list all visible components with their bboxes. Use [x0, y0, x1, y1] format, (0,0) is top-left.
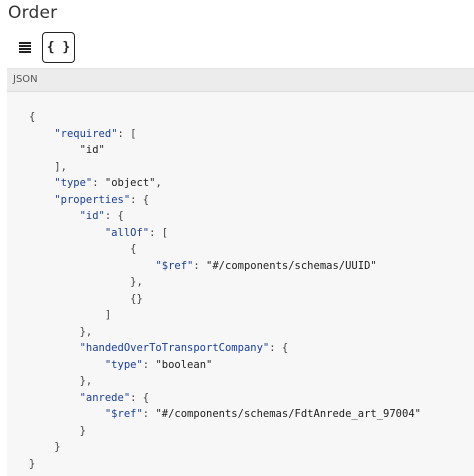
code-line: "$ref": "#/components/schemas/UUID" [29, 258, 421, 275]
code-line: ] [29, 307, 421, 324]
json-punctuation: }, [130, 276, 143, 288]
code-line: "allOf": [ [29, 225, 421, 242]
code-line: "id" [29, 142, 421, 159]
code-line: } [29, 439, 421, 456]
code-line: } [29, 456, 421, 473]
json-key: "id" [79, 210, 105, 222]
json-punctuation: : [193, 259, 207, 272]
json-punctuation: : [ [117, 127, 137, 140]
code-line: ], [29, 159, 421, 176]
panel-header: JSON [7, 69, 474, 92]
json-key: "required" [54, 127, 118, 140]
page: Order { } JSON { "required": [ "id" ], "… [0, 0, 474, 476]
json-punctuation: ] [104, 309, 112, 321]
json-panel: JSON { "required": [ "id" ], "type": "ob… [7, 68, 474, 476]
code-line: "anrede": { [29, 390, 421, 407]
json-key: "allOf" [104, 226, 150, 239]
code-line: "handedOverToTransportCompany": { [29, 340, 421, 357]
json-value: "boolean" [155, 358, 213, 371]
code-line: { [29, 241, 421, 258]
json-key: "$ref" [104, 408, 143, 420]
json-punctuation: : { [130, 391, 150, 404]
code-line: }, [29, 324, 421, 341]
json-key: "type" [104, 358, 143, 371]
code-line: "required": [ [29, 126, 421, 143]
json-punctuation: } [29, 457, 36, 470]
json-value: "object" [104, 177, 156, 189]
code-line: { [29, 109, 421, 126]
json-punctuation: : { [130, 193, 150, 206]
json-punctuation: : [92, 177, 105, 189]
json-punctuation: : [142, 408, 156, 420]
code-line: "properties": { [29, 192, 421, 209]
json-punctuation: : { [269, 342, 289, 354]
json-value: "#/components/schemas/UUID" [206, 259, 377, 272]
json-punctuation: { [29, 111, 36, 123]
json-value: "#/components/schemas/FdtAnrede_art_9700… [155, 408, 421, 420]
code-line: {} [29, 291, 421, 308]
json-key: "anrede" [79, 391, 131, 404]
json-code-block[interactable]: { "required": [ "id" ], "type": "object"… [29, 109, 421, 472]
json-punctuation: {} [130, 292, 143, 305]
code-line: "$ref": "#/components/schemas/FdtAnrede_… [29, 406, 421, 423]
list-view-button[interactable] [10, 32, 40, 62]
list-icon [19, 41, 31, 53]
json-punctuation: , [155, 177, 162, 189]
view-toolbar: { } [10, 31, 75, 63]
json-key: "handedOverToTransportCompany" [79, 342, 270, 354]
code-line: "id": { [29, 208, 421, 225]
json-punctuation: } [79, 424, 86, 437]
json-key: "$ref" [155, 259, 194, 272]
code-line: }, [29, 274, 421, 291]
code-line: }, [29, 373, 421, 390]
json-punctuation: : { [104, 210, 124, 222]
json-key: "type" [54, 177, 93, 189]
json-key: "properties" [54, 193, 131, 206]
page-title: Order [8, 3, 58, 23]
json-punctuation: ], [54, 160, 67, 173]
json-punctuation: : [ [149, 226, 169, 239]
code-line: "type": "object", [29, 175, 421, 192]
json-punctuation: }, [79, 375, 93, 387]
json-value: "id" [79, 144, 105, 156]
code-line: "type": "boolean" [29, 357, 421, 374]
json-punctuation: : [142, 358, 156, 371]
json-view-button[interactable]: { } [42, 31, 75, 63]
json-punctuation: { [130, 243, 137, 255]
json-punctuation: }, [79, 325, 93, 338]
code-line: } [29, 423, 421, 440]
json-punctuation: } [54, 441, 61, 453]
